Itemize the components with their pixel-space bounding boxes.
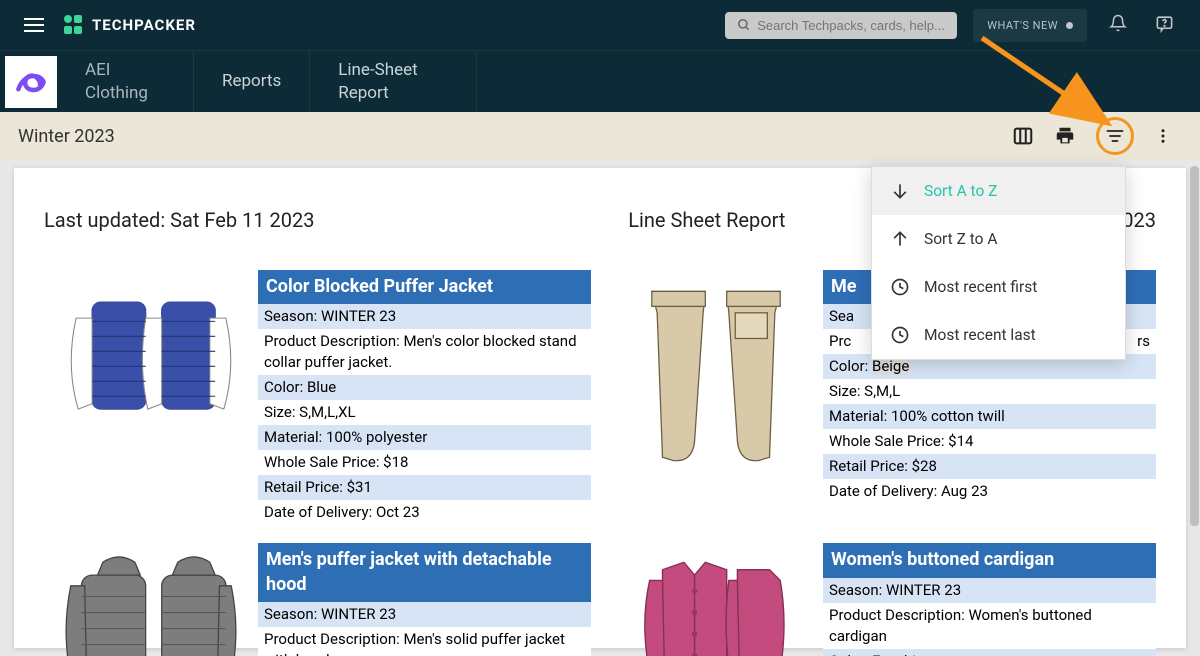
whats-new-label: WHAT'S NEW	[987, 19, 1058, 32]
app-name: TECHPACKER	[92, 16, 196, 34]
product-wholesale: Whole Sale Price: $18	[258, 450, 591, 475]
report-title: Line Sheet Report	[628, 208, 785, 232]
page-toolbar: Winter 2023	[0, 112, 1200, 160]
product-title: Men's puffer jacket with detachable hood	[258, 543, 591, 602]
product-size: Size: S,M,L	[823, 379, 1156, 404]
bell-icon[interactable]	[1103, 8, 1133, 42]
app-logo[interactable]: TECHPACKER	[64, 15, 196, 35]
product-image-puffer-blue	[44, 270, 258, 484]
whats-new-button[interactable]: WHAT'S NEW	[973, 9, 1087, 42]
product-delivery: Date of Delivery: Aug 23	[823, 479, 1156, 504]
page-title: Winter 2023	[18, 126, 115, 147]
product-card: Color Blocked Puffer Jacket Season: WINT…	[44, 270, 591, 525]
hamburger-menu-icon[interactable]	[20, 14, 48, 36]
sort-recent-last[interactable]: Most recent last	[872, 311, 1125, 359]
sort-z-to-a[interactable]: Sort Z to A	[872, 215, 1125, 263]
columns-icon[interactable]	[1002, 119, 1044, 153]
product-material: Material: 100% polyester	[258, 425, 591, 450]
clock-icon	[890, 325, 910, 345]
help-icon[interactable]	[1149, 8, 1180, 43]
product-image-cardigan	[609, 543, 823, 656]
tab-linesheet[interactable]: Line-Sheet Report	[310, 51, 477, 112]
last-updated: Last updated: Sat Feb 11 2023	[44, 208, 314, 232]
product-card: Men's puffer jacket with detachable hood…	[44, 543, 591, 656]
sort-menu: Sort A to Z Sort Z to A Most recent firs…	[871, 166, 1126, 360]
scrollbar-thumb[interactable]	[1190, 166, 1199, 526]
arrow-up-icon	[890, 229, 910, 249]
more-icon[interactable]	[1144, 121, 1182, 151]
search-box[interactable]	[725, 12, 957, 39]
clock-icon	[890, 277, 910, 297]
tab-company[interactable]: AEI Clothing	[57, 51, 194, 112]
tabs-bar: AEI Clothing Reports Line-Sheet Report	[0, 50, 1200, 112]
sort-button[interactable]	[1086, 111, 1144, 161]
product-image-chino	[609, 270, 823, 484]
product-season: Season: WINTER 23	[258, 304, 591, 329]
org-logo-tile[interactable]	[5, 56, 57, 108]
logo-icon	[64, 15, 84, 35]
product-color: Color: Fuschia	[823, 649, 1156, 656]
print-icon[interactable]	[1044, 119, 1086, 153]
product-title: Women's buttoned cardigan	[823, 543, 1156, 577]
product-title: Color Blocked Puffer Jacket	[258, 270, 591, 304]
sort-a-to-z[interactable]: Sort A to Z	[872, 167, 1125, 215]
product-color: Color: Blue	[258, 375, 591, 400]
product-desc: Product Description: Men's color blocked…	[258, 329, 591, 375]
product-material: Material: 100% cotton twill	[823, 404, 1156, 429]
scribble-icon	[13, 64, 49, 100]
product-retail: Retail Price: $28	[823, 454, 1156, 479]
tab-reports[interactable]: Reports	[194, 51, 310, 112]
topbar: TECHPACKER WHAT'S NEW	[0, 0, 1200, 50]
product-size: Size: S,M,L,XL	[258, 400, 591, 425]
product-desc: Product Description: Women's buttoned ca…	[823, 603, 1156, 649]
search-icon	[737, 18, 751, 32]
product-card: Women's buttoned cardigan Season: WINTER…	[609, 543, 1156, 656]
arrow-down-icon	[890, 181, 910, 201]
product-image-puffer-grey	[44, 543, 258, 656]
product-season: Season: WINTER 23	[258, 602, 591, 627]
product-wholesale: Whole Sale Price: $14	[823, 429, 1156, 454]
product-desc: Product Description: Men's solid puffer …	[258, 627, 591, 656]
notification-dot-icon	[1066, 22, 1073, 29]
product-season: Season: WINTER 23	[823, 578, 1156, 603]
sort-icon	[1105, 126, 1125, 146]
search-input[interactable]	[757, 18, 945, 33]
product-delivery: Date of Delivery: Oct 23	[258, 500, 591, 525]
sort-recent-first[interactable]: Most recent first	[872, 263, 1125, 311]
product-retail: Retail Price: $31	[258, 475, 591, 500]
